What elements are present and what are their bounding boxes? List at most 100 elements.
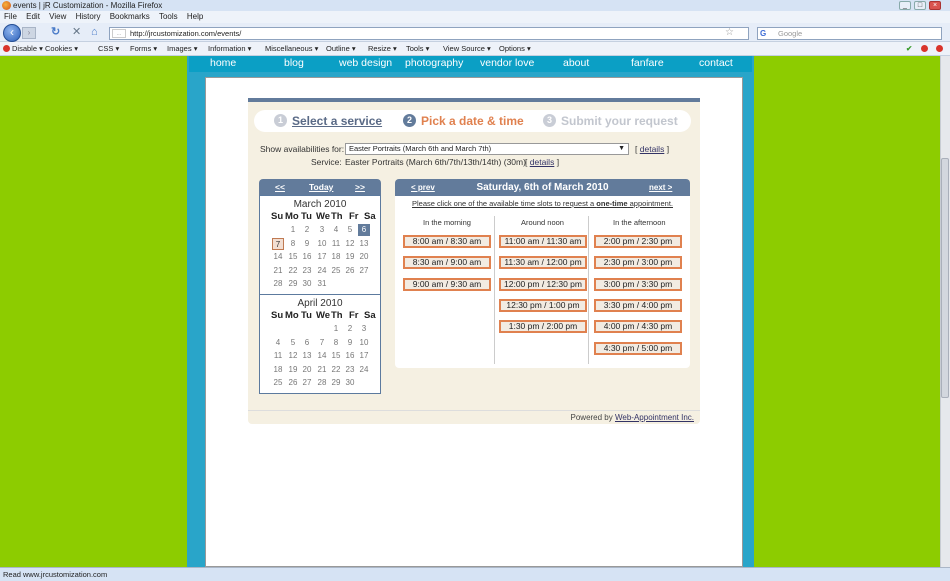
time-slot-button[interactable]: 1:30 pm / 2:00 pm — [499, 320, 587, 334]
time-slot-button[interactable]: 11:30 am / 12:00 pm — [499, 256, 587, 270]
menu-file[interactable]: File — [4, 12, 17, 21]
minimize-button[interactable]: _ — [899, 1, 911, 10]
forward-button[interactable]: › — [22, 27, 36, 39]
step-2-number: 2 — [403, 114, 416, 127]
time-slot-button[interactable]: 12:30 pm / 1:00 pm — [499, 298, 587, 312]
details-link[interactable]: details — [640, 144, 665, 154]
service-details-bracket-open: [ — [525, 157, 528, 167]
selected-date-title: Saturday, 6th of March 2010 — [476, 182, 609, 193]
calendar-day: 22 — [288, 265, 298, 275]
time-slot-button[interactable]: 8:30 am / 9:00 am — [403, 256, 491, 270]
devbar-view-source[interactable]: View Source ▾ — [443, 42, 491, 56]
calendar-day: 21 — [317, 364, 327, 374]
calendar-day: 20 — [302, 364, 312, 374]
availability-select[interactable]: Easter Portraits (March 6th and March 7t… — [345, 143, 629, 155]
site-nav-fanfare[interactable]: fanfare — [631, 57, 664, 70]
calendar-day: 18 — [331, 252, 341, 261]
calendar-next-link[interactable]: >> — [355, 182, 365, 192]
calendar-day: 13 — [302, 351, 312, 360]
calendar-day: 9 — [347, 337, 353, 347]
devbar-options[interactable]: Options ▾ — [499, 42, 531, 56]
devbar-outline[interactable]: Outline ▾ — [326, 42, 356, 56]
menu-bookmarks[interactable]: Bookmarks — [110, 12, 150, 21]
bookmark-star-icon[interactable]: ☆ — [725, 27, 734, 38]
calendar-day: 30 — [302, 279, 312, 288]
validation-ok-icon[interactable]: ✔ — [906, 42, 912, 56]
time-slot-button[interactable]: 9:00 am / 9:30 am — [403, 277, 491, 291]
home-icon[interactable]: ⌂ — [91, 26, 98, 39]
reload-icon[interactable]: ↻ — [51, 26, 60, 39]
calendar-day: 5 — [347, 225, 353, 234]
devbar-forms[interactable]: Forms ▾ — [130, 42, 157, 56]
maximize-button[interactable]: □ — [914, 1, 926, 10]
disable-icon — [3, 45, 10, 52]
powered-by-link[interactable]: Web-Appointment Inc. — [615, 413, 694, 422]
menu-history[interactable]: History — [76, 12, 101, 21]
calendar-day: 17 — [359, 351, 369, 360]
menu-help[interactable]: Help — [187, 12, 203, 21]
navigation-toolbar: ‹ › ↻ ✕ ⌂ ... http://jrcustomization.com… — [0, 23, 950, 42]
calendar-month-name: March 2010 — [293, 199, 347, 210]
calendar-day[interactable]: 7 — [272, 237, 284, 250]
time-slot-button[interactable]: 4:00 pm / 4:30 pm — [594, 320, 682, 334]
site-nav-blog[interactable]: blog — [284, 57, 304, 70]
time-slot-button[interactable]: 12:00 pm / 12:30 pm — [499, 277, 587, 291]
calendar-day: 25 — [273, 378, 283, 387]
menu-edit[interactable]: Edit — [26, 12, 40, 21]
calendar-day: 7 — [319, 337, 325, 347]
google-icon[interactable]: G — [760, 28, 766, 39]
web-developer-toolbar: Disable ▾ Cookies ▾ CSS ▾ Forms ▾ Images… — [0, 42, 950, 56]
step-3-number: 3 — [543, 114, 556, 127]
warning-icon[interactable] — [936, 42, 945, 56]
calendar-day[interactable]: 6 — [358, 224, 370, 236]
calendar-day: 24 — [317, 265, 327, 275]
scrollbar-thumb[interactable] — [941, 158, 949, 398]
calendar-day: 3 — [361, 324, 367, 333]
devbar-miscellaneous[interactable]: Miscellaneous ▾ — [265, 42, 318, 56]
time-slot-button[interactable]: 2:30 pm / 3:00 pm — [594, 256, 682, 270]
time-slot-button[interactable]: 3:30 pm / 4:00 pm — [594, 298, 682, 312]
error-icon[interactable] — [921, 42, 930, 56]
time-slot-button[interactable]: 2:00 pm / 2:30 pm — [594, 235, 682, 248]
powered-by-footer: Powered by Web-Appointment Inc. — [248, 410, 700, 424]
site-nav-vendor-love[interactable]: vendor love — [480, 57, 534, 70]
devbar-tools[interactable]: Tools ▾ — [406, 42, 429, 56]
service-details-link[interactable]: details — [530, 157, 555, 167]
search-box[interactable]: G Google — [757, 27, 942, 40]
time-slot-button[interactable]: 11:00 am / 11:30 am — [499, 235, 587, 248]
calendar-prev-link[interactable]: << — [275, 182, 285, 192]
time-slot-button[interactable]: 4:30 pm / 5:00 pm — [594, 341, 682, 355]
site-identity-icon[interactable]: ... — [112, 29, 126, 38]
next-day-link[interactable]: next > — [649, 183, 672, 192]
menu-tools[interactable]: Tools — [159, 12, 178, 21]
calendar-day: 11 — [273, 351, 283, 360]
calendar-today-link[interactable]: Today — [309, 182, 333, 192]
time-slot-button[interactable]: 8:00 am / 8:30 am — [403, 235, 491, 248]
site-nav-contact[interactable]: contact — [699, 57, 733, 70]
menu-view[interactable]: View — [49, 12, 66, 21]
weekday-header: Th — [331, 211, 343, 222]
site-nav-home[interactable]: home — [210, 57, 236, 70]
close-button[interactable]: × — [929, 1, 941, 10]
site-nav-about[interactable]: about — [563, 57, 589, 70]
back-button[interactable]: ‹ — [3, 24, 21, 42]
step-1-select-service-link[interactable]: Select a service — [292, 114, 382, 128]
site-nav-photography[interactable]: photography — [405, 57, 463, 70]
site-nav-bar — [189, 56, 752, 72]
site-nav-web-design[interactable]: web design — [339, 57, 392, 70]
weekday-header: Tu — [301, 211, 312, 222]
devbar-information[interactable]: Information ▾ — [208, 42, 251, 56]
devbar-css[interactable]: CSS ▾ — [98, 42, 119, 56]
stop-icon[interactable]: ✕ — [72, 26, 81, 39]
calendar-day: 23 — [345, 364, 355, 374]
weekday-header: Sa — [364, 310, 376, 321]
calendar-day: 24 — [359, 364, 369, 374]
column-header: In the afternoon — [613, 218, 666, 227]
time-slot-button[interactable]: 3:00 pm / 3:30 pm — [594, 277, 682, 291]
url-bar[interactable]: ... http://jrcustomization.com/events/ ☆ — [109, 27, 749, 40]
devbar-disable[interactable]: Disable ▾ — [3, 42, 43, 56]
devbar-resize[interactable]: Resize ▾ — [368, 42, 397, 56]
devbar-cookies[interactable]: Cookies ▾ — [45, 42, 78, 56]
calendar-day: 20 — [359, 252, 369, 261]
devbar-images[interactable]: Images ▾ — [167, 42, 197, 56]
